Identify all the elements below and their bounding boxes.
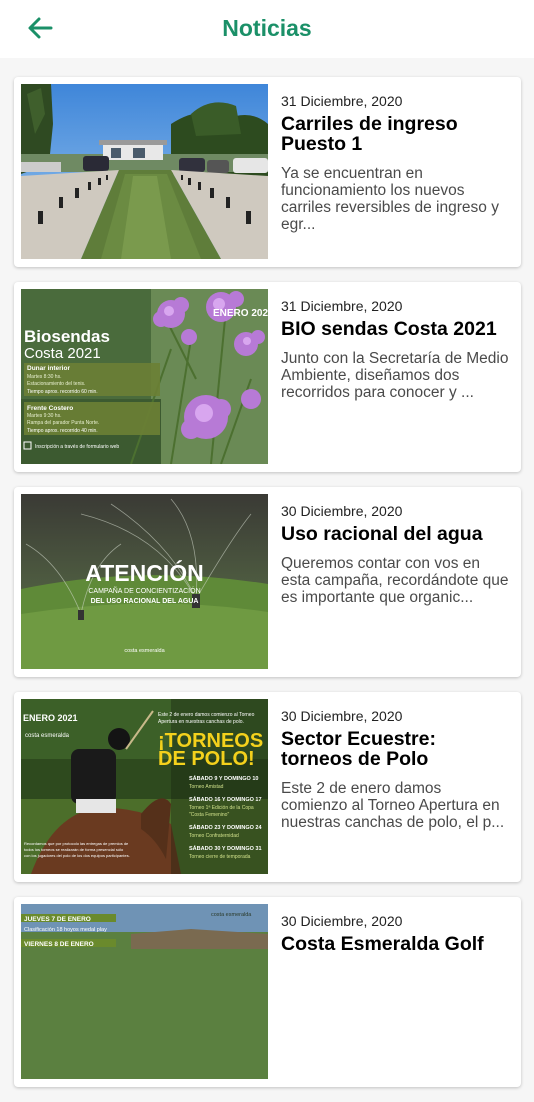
poster-brand: costa esmeralda <box>25 733 70 739</box>
news-date: 30 Diciembre, 2020 <box>281 913 403 929</box>
news-excerpt: Junto con la Secretaría de Medio Ambient… <box>281 350 509 401</box>
news-text: 31 Diciembre, 2020 Carriles de ingreso P… <box>281 93 511 233</box>
news-title: Uso racional del agua <box>281 523 483 545</box>
news-thumbnail: ENERO 2021 Biosendas Costa 2021 Dunar in… <box>21 289 268 464</box>
news-thumbnail: JUEVES 7 DE ENERO Clasificación 18 hoyos… <box>21 904 268 1079</box>
news-thumbnail <box>21 84 268 259</box>
poster-route1-where: Estacionamiento del tenis. <box>27 381 85 387</box>
news-list: 31 Diciembre, 2020 Carriles de ingreso P… <box>14 77 521 1102</box>
news-title: Carriles de ingreso Puesto 1 <box>281 113 458 155</box>
news-date: 30 Diciembre, 2020 <box>281 503 403 519</box>
polo-poster: ENERO 2021 costa esmeralda Este 2 de ene… <box>21 699 268 874</box>
poster-route2-where: Rampa del parador Punta Norte. <box>27 420 99 426</box>
poster-subtitle-line1: CAMPAÑA DE CONCIENTIZACIÓN <box>88 586 200 595</box>
poster-route2-title: Frente Costero <box>27 405 73 412</box>
poster-footer-line1: Recordamos que por protocolo las entrega… <box>24 841 129 846</box>
event-name: Torneo Confraternidad <box>189 833 239 839</box>
news-thumbnail: ENERO 2021 costa esmeralda Este 2 de ene… <box>21 699 268 874</box>
poster-signup: Inscripción a través de formulario web <box>35 444 119 450</box>
news-card[interactable]: ENERO 2021 Biosendas Costa 2021 Dunar in… <box>14 282 521 472</box>
event-date: SÁBADO 23 Y DOMINGO 24 <box>189 824 262 831</box>
poster-brand: costa esmeralda <box>211 912 252 918</box>
news-date: 31 Diciembre, 2020 <box>281 93 403 109</box>
poster-line1: Clasificación 18 hoyos medal play <box>24 927 107 933</box>
event-name: Torneo cierre de temporada <box>189 854 251 860</box>
news-title: Costa Esmeralda Golf <box>281 933 484 955</box>
news-excerpt: Ya se encuentran en funcionamiento los n… <box>281 165 499 233</box>
news-excerpt: Este 2 de enero damos comienzo al Torneo… <box>281 780 505 831</box>
event-name: Torneo 1ª Edición de la Copa <box>189 805 254 811</box>
news-text: 30 Diciembre, 2020 Sector Ecuestre: torn… <box>281 708 511 831</box>
news-date: 31 Diciembre, 2020 <box>281 298 403 314</box>
event-name-cont: "Costa Femenino" <box>189 812 229 818</box>
poster-corner-label: ENERO 2021 <box>23 713 78 723</box>
poster-tag1: JUEVES 7 DE ENERO <box>24 916 91 923</box>
news-date: 30 Diciembre, 2020 <box>281 708 403 724</box>
poster-route1-when: Martes 8:30 hs. <box>27 374 61 380</box>
poster-intro-line2: Apertura en nuestras canchas de polo. <box>158 719 244 725</box>
event-date: SÁBADO 9 Y DOMINGO 10 <box>189 775 258 782</box>
news-text: 31 Diciembre, 2020 BIO sendas Costa 2021… <box>281 298 511 401</box>
poster-headline: ATENCIÓN <box>85 559 203 586</box>
poster-tag2: VIERNES 8 DE ENERO <box>24 941 94 948</box>
poster-route1-time: Tiempo aprox. recorrido 60 min. <box>27 389 98 395</box>
news-card[interactable]: 31 Diciembre, 2020 Carriles de ingreso P… <box>14 77 521 267</box>
poster-route2-when: Martes 9:30 hs. <box>27 413 61 419</box>
entrance-road-photo <box>21 84 268 259</box>
poster-route1-title: Dunar interior <box>27 365 70 372</box>
event-date: SÁBADO 30 Y DOMINGO 31 <box>189 845 262 852</box>
page-title: Noticias <box>222 15 312 41</box>
news-text: 30 Diciembre, 2020 Costa Esmeralda Golf <box>281 913 511 965</box>
water-campaign-poster: ATENCIÓN CAMPAÑA DE CONCIENTIZACIÓN DEL … <box>21 494 268 669</box>
poster-corner-label: ENERO 2021 <box>213 308 268 319</box>
biosendas-poster: ENERO 2021 Biosendas Costa 2021 Dunar in… <box>21 289 268 464</box>
poster-headline-line2: DE POLO! <box>158 748 255 770</box>
poster-footer-line2: todos los torneos se realizarán de forma… <box>24 847 124 852</box>
app-header: Noticias <box>0 0 534 58</box>
news-title: Sector Ecuestre: torneos de Polo <box>281 728 436 770</box>
news-card[interactable]: ENERO 2021 costa esmeralda Este 2 de ene… <box>14 692 521 882</box>
poster-subtitle-line2: DEL USO RACIONAL DEL AGUA <box>91 598 199 605</box>
news-card[interactable]: ATENCIÓN CAMPAÑA DE CONCIENTIZACIÓN DEL … <box>14 487 521 677</box>
news-text: 30 Diciembre, 2020 Uso racional del agua… <box>281 503 511 606</box>
golf-poster: JUEVES 7 DE ENERO Clasificación 18 hoyos… <box>21 904 268 1079</box>
event-name: Torneo Amistad <box>189 784 224 790</box>
poster-route2-time: Tiempo aprox. recorrido 40 min. <box>27 428 98 434</box>
poster-brand: costa esmeralda <box>124 648 165 654</box>
event-date: SÁBADO 16 Y DOMINGO 17 <box>189 796 262 803</box>
poster-brand-line1: Biosendas <box>24 327 110 346</box>
poster-footer-line3: con los jugadores del polo de los dos eq… <box>24 853 130 858</box>
news-thumbnail: ATENCIÓN CAMPAÑA DE CONCIENTIZACIÓN DEL … <box>21 494 268 669</box>
poster-brand-line2: Costa 2021 <box>24 345 101 362</box>
poster-intro-line1: Este 2 de enero damos comienzo al Torneo <box>158 712 255 718</box>
news-title: BIO sendas Costa 2021 <box>281 318 497 340</box>
news-excerpt: Queremos contar con vos en esta campaña,… <box>281 555 509 606</box>
news-card[interactable]: JUEVES 7 DE ENERO Clasificación 18 hoyos… <box>14 897 521 1087</box>
